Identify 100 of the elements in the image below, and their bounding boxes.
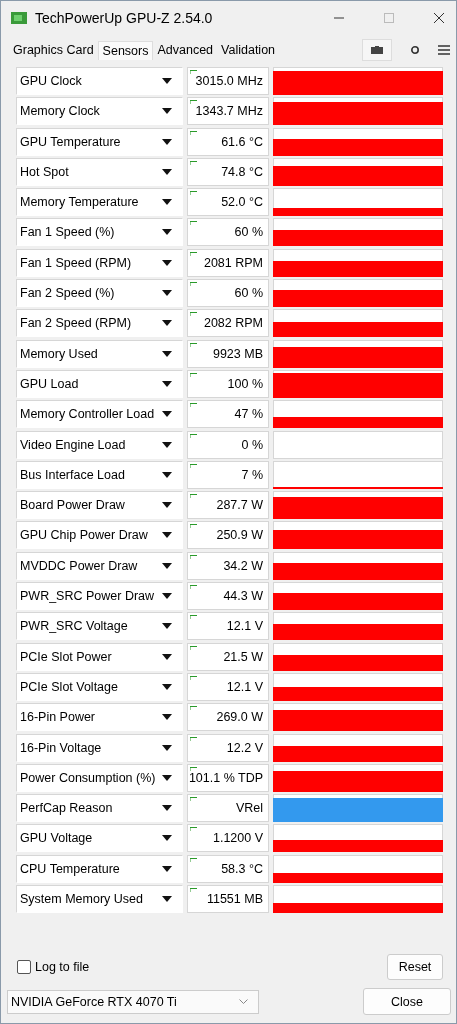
max-indicator-icon [190, 160, 197, 165]
close-button[interactable]: Close [363, 988, 451, 1015]
sensor-name-dropdown[interactable]: System Memory Used [16, 885, 183, 913]
sensor-value: 21.5 W [223, 649, 263, 664]
sensor-value: 250.9 W [216, 528, 263, 543]
chevron-down-icon [239, 999, 248, 1004]
sensor-name-dropdown[interactable]: Board Power Draw [16, 491, 183, 520]
sensor-value: 44.3 W [223, 589, 263, 604]
max-indicator-icon [190, 827, 197, 832]
caret-icon [162, 683, 172, 690]
sensor-name-dropdown[interactable]: Hot Spot [16, 157, 183, 186]
caret-icon [162, 78, 172, 84]
tab[interactable]: Sensors [97, 40, 154, 60]
max-indicator-icon [190, 70, 197, 74]
caret-icon [162, 320, 172, 327]
caret-icon [162, 896, 172, 902]
sensor-name-dropdown[interactable]: Video Engine Load [16, 430, 183, 459]
sensor-name-dropdown[interactable]: Memory Clock [16, 97, 183, 126]
max-indicator-icon [190, 615, 197, 620]
max-indicator-icon [190, 282, 197, 287]
caret-icon [162, 350, 172, 357]
sensor-name-dropdown[interactable]: PWR_SRC Voltage [16, 612, 183, 641]
caret-icon [162, 593, 172, 600]
max-indicator-icon [190, 857, 197, 862]
max-indicator-icon [190, 888, 197, 892]
sensor-value: 9923 MB [212, 346, 263, 361]
max-indicator-icon [190, 312, 197, 317]
max-indicator-icon [190, 645, 197, 650]
gpu-select-dropdown[interactable]: NVIDIA GeForce RTX 4070 Ti [7, 989, 259, 1014]
graphics-card-icon [11, 11, 27, 25]
caret-icon [162, 168, 172, 175]
caret-icon [162, 532, 172, 539]
sensor-name-dropdown[interactable]: Bus Interface Load [16, 460, 183, 489]
caret-icon [162, 229, 172, 236]
caret-icon [162, 774, 172, 781]
sensor-name-dropdown[interactable]: 16-Pin Power [16, 703, 183, 732]
caret-icon [162, 653, 172, 660]
caret-icon [162, 865, 172, 872]
max-indicator-icon [190, 554, 197, 559]
sensor-name-dropdown[interactable]: PCIe Slot Power [16, 642, 183, 671]
sensor-name-dropdown[interactable]: PCIe Slot Voltage [16, 672, 183, 701]
sensor-value: 2081 RPM [203, 255, 263, 270]
sensor-name-dropdown[interactable]: Memory Temperature [16, 188, 183, 217]
sensor-name-dropdown[interactable]: Power Consumption (%) [16, 763, 183, 792]
caret-icon [162, 623, 172, 630]
sensor-name-dropdown[interactable]: GPU Temperature [16, 127, 183, 156]
max-indicator-icon [190, 403, 197, 408]
max-indicator-icon [190, 433, 197, 438]
max-indicator-icon [190, 797, 197, 802]
screenshot-button[interactable] [362, 39, 392, 61]
caret-icon [162, 805, 172, 812]
sensor-name-dropdown[interactable]: Memory Used [16, 339, 183, 368]
max-indicator-icon [190, 494, 197, 499]
reset-button[interactable]: Reset [387, 954, 443, 980]
sensor-value: 100 % [227, 376, 263, 391]
tab[interactable]: Advanced [153, 41, 218, 59]
sensor-value: 12.1 V [226, 679, 263, 694]
camera-icon [371, 46, 383, 54]
max-indicator-icon [190, 766, 197, 771]
sensor-name-dropdown[interactable]: Fan 1 Speed (RPM) [16, 248, 183, 277]
sensor-name-dropdown[interactable]: Fan 2 Speed (%) [16, 279, 183, 308]
caret-icon [162, 744, 172, 751]
sensor-name-dropdown[interactable]: GPU Chip Power Draw [16, 521, 183, 550]
tab[interactable]: Graphics Card [9, 41, 98, 59]
sensor-name-dropdown[interactable]: Memory Controller Load [16, 400, 183, 429]
sensor-name-dropdown[interactable]: GPU Load [16, 369, 183, 398]
sensor-value: 1343.7 MHz [195, 104, 263, 119]
sensor-name-dropdown[interactable]: GPU Voltage [16, 824, 183, 853]
caret-icon [162, 441, 172, 448]
sensor-name-dropdown[interactable]: 16-Pin Voltage [16, 733, 183, 762]
caret-icon [162, 290, 172, 297]
sensor-value: 60 % [234, 225, 263, 240]
sensor-value: 74.8 °C [221, 164, 263, 179]
sensor-value: 3015.0 MHz [195, 74, 263, 88]
max-indicator-icon [190, 342, 197, 347]
sensor-value: 7 % [241, 467, 263, 482]
max-indicator-icon [190, 100, 197, 105]
sensor-value: 60 % [234, 286, 263, 301]
caret-icon [162, 259, 172, 266]
refresh-icon[interactable] [410, 45, 420, 55]
sensor-value: 52.0 °C [221, 195, 263, 210]
sensor-name-dropdown[interactable]: Fan 1 Speed (%) [16, 218, 183, 247]
menu-icon[interactable] [438, 45, 450, 55]
caret-icon [162, 199, 172, 206]
sensor-name-dropdown[interactable]: PWR_SRC Power Draw [16, 582, 183, 611]
sensor-value: 101.1 % TDP [188, 770, 263, 785]
sensor-name-dropdown[interactable]: PerfCap Reason [16, 794, 183, 823]
log-to-file-checkbox[interactable]: Log to file [17, 960, 90, 974]
sensor-value: 0 % [241, 437, 263, 452]
sensor-name-dropdown[interactable]: CPU Temperature [16, 854, 183, 883]
sensor-value: VRel [235, 801, 263, 816]
sensor-name-dropdown[interactable]: GPU Clock [16, 67, 183, 95]
sensor-value: 269.0 W [216, 710, 263, 725]
sensor-name-dropdown[interactable]: Fan 2 Speed (RPM) [16, 309, 183, 338]
close-icon[interactable] [432, 11, 446, 25]
tab[interactable]: Validation [217, 41, 280, 59]
caret-icon [162, 380, 172, 387]
max-indicator-icon [190, 706, 197, 711]
sensor-value: 47 % [234, 407, 263, 422]
sensor-name-dropdown[interactable]: MVDDC Power Draw [16, 551, 183, 580]
